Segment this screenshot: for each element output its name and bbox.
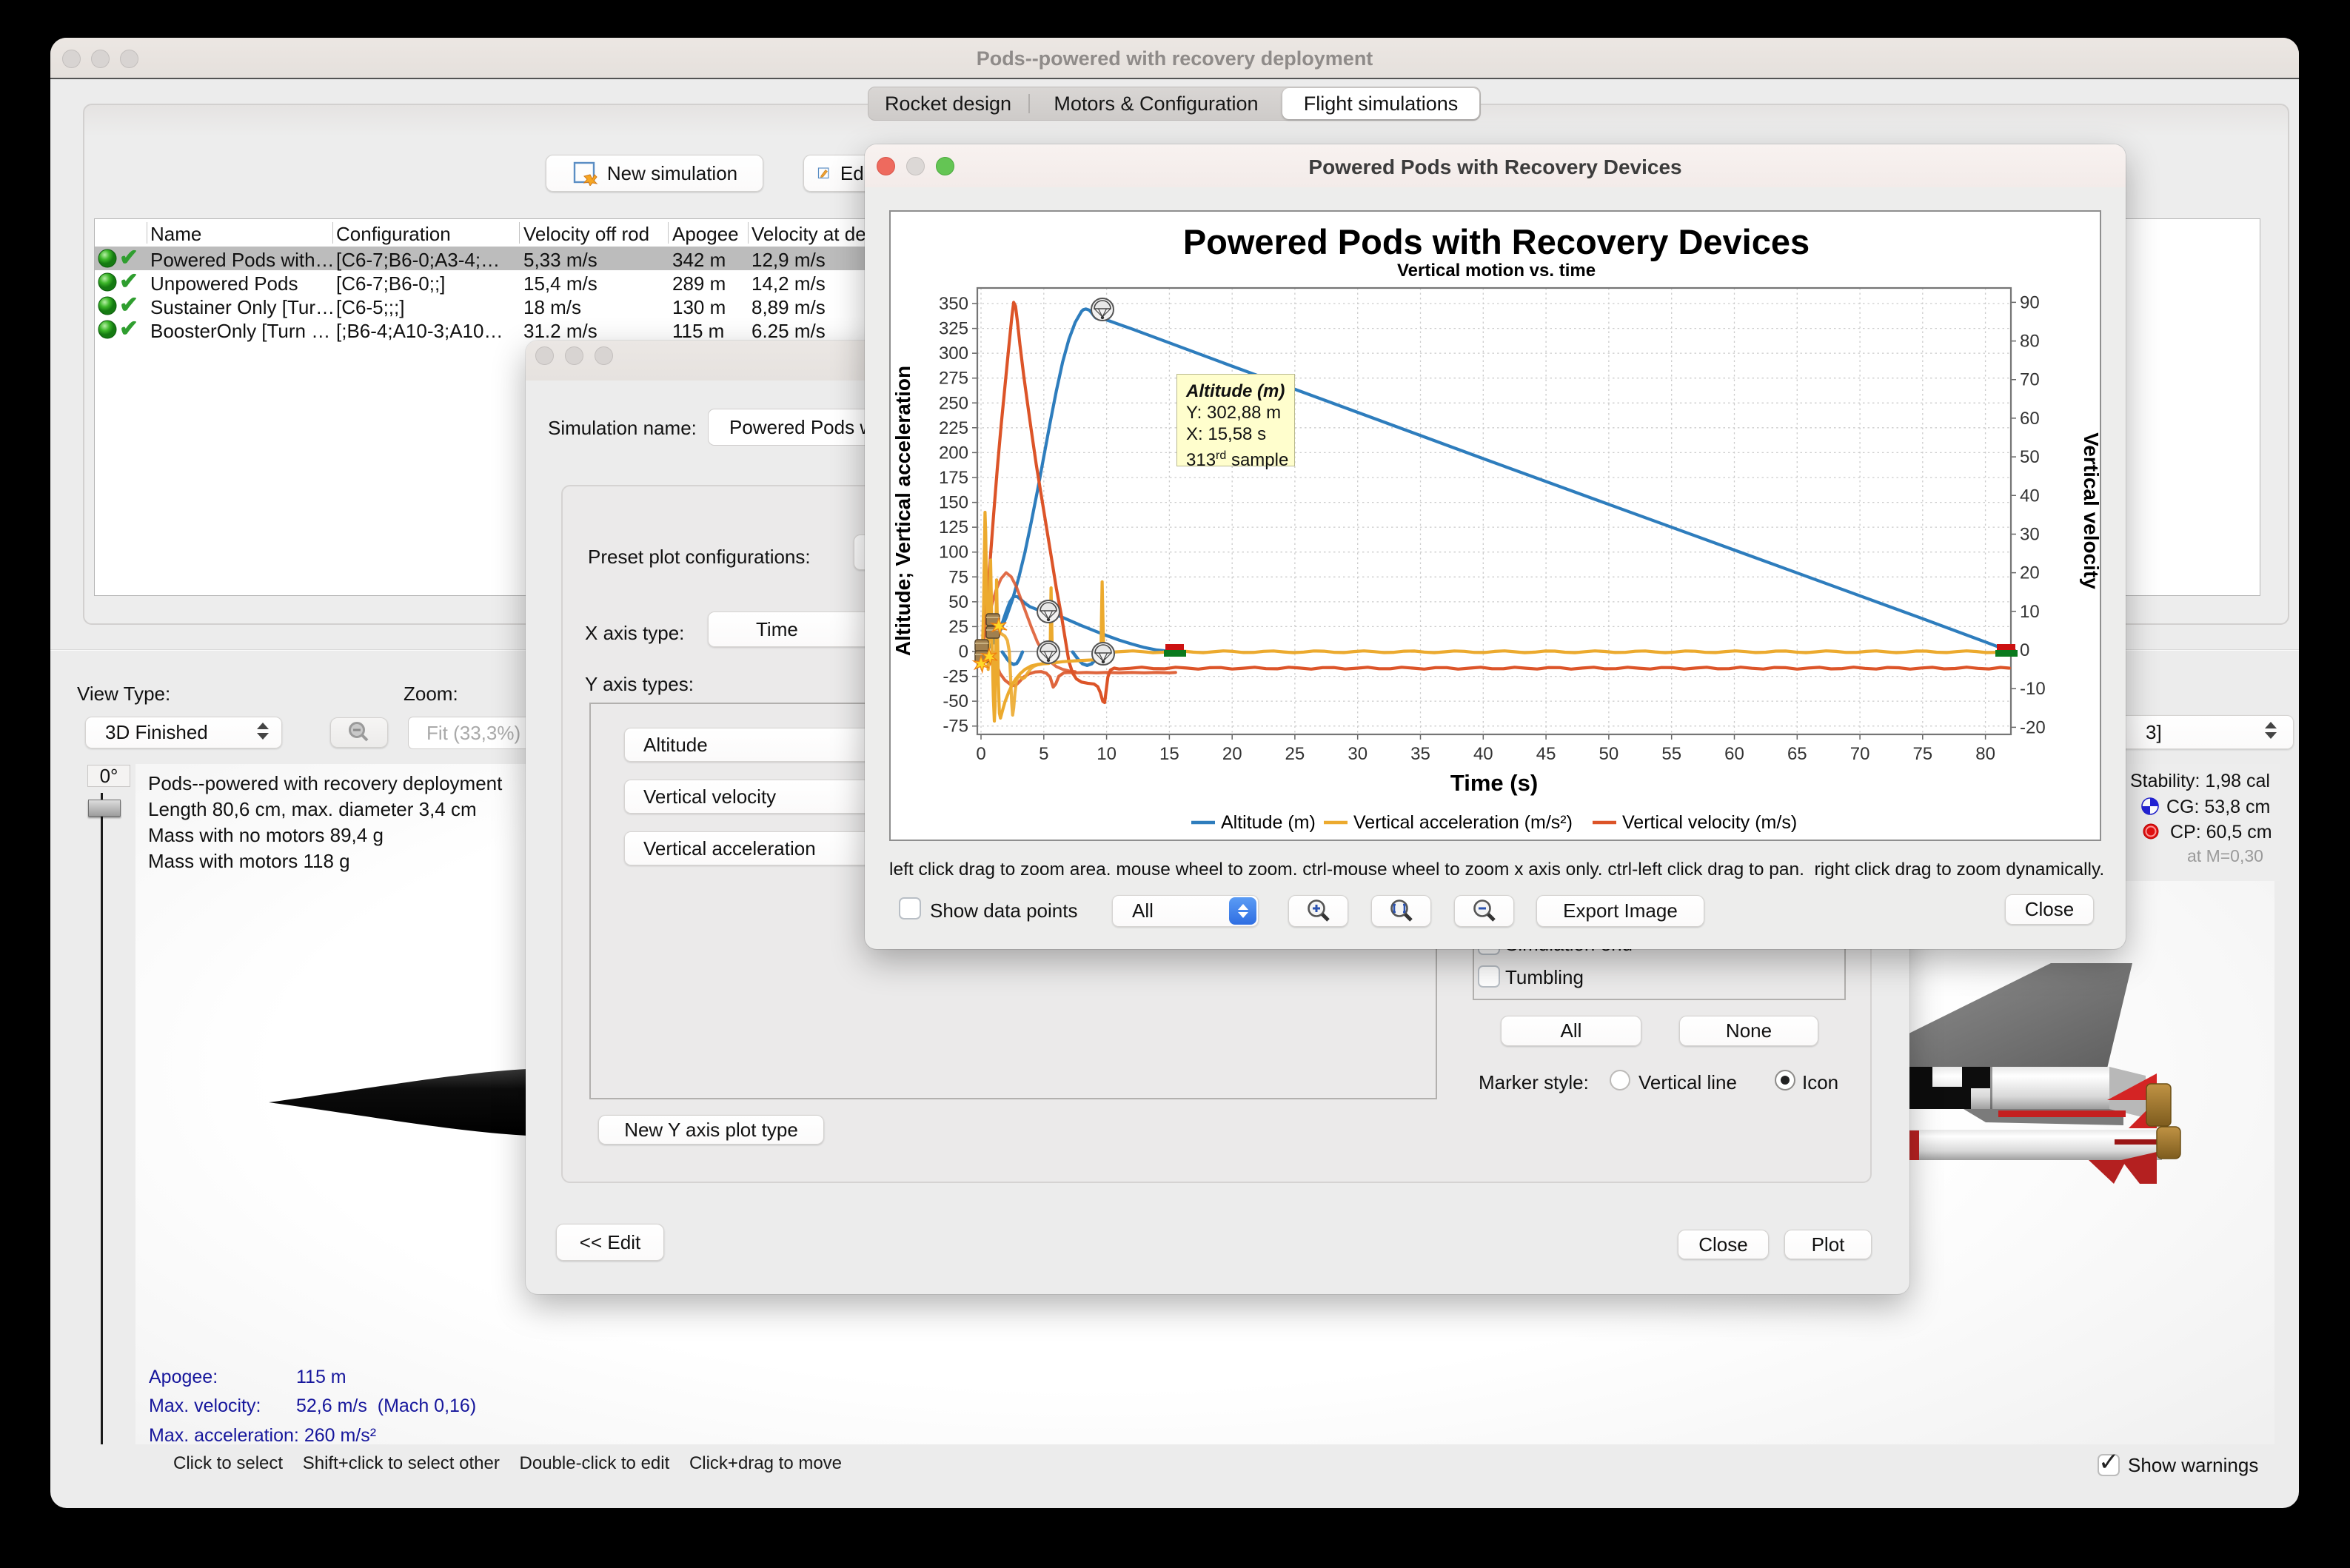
svg-text:50: 50 <box>2020 447 2040 467</box>
svg-text:75: 75 <box>948 567 968 587</box>
svg-text:50: 50 <box>1599 744 1619 764</box>
svg-text:Altitude; Vertical acceleratio: Altitude; Vertical acceleration <box>891 366 914 656</box>
svg-text:35: 35 <box>1410 744 1430 764</box>
svg-text:75: 75 <box>1912 744 1932 764</box>
svg-text:-25: -25 <box>943 667 968 687</box>
svg-text:90: 90 <box>2020 292 2040 312</box>
svg-text:-50: -50 <box>943 691 968 711</box>
svg-text:225: 225 <box>939 418 968 438</box>
svg-text:30: 30 <box>1348 744 1368 764</box>
svg-text:80: 80 <box>1975 744 1995 764</box>
svg-text:-20: -20 <box>2020 717 2046 737</box>
svg-text:80: 80 <box>2020 332 2040 352</box>
svg-text:-10: -10 <box>2020 679 2046 699</box>
svg-text:70: 70 <box>1850 744 1870 764</box>
svg-text:0: 0 <box>2020 640 2029 660</box>
svg-text:20: 20 <box>1222 744 1242 764</box>
svg-text:250: 250 <box>939 393 968 413</box>
svg-text:Vertical motion vs. time: Vertical motion vs. time <box>1397 261 1596 281</box>
svg-text:Altitude (m): Altitude (m) <box>1221 812 1316 833</box>
svg-text:300: 300 <box>939 344 968 363</box>
svg-text:100: 100 <box>939 543 968 563</box>
svg-text:60: 60 <box>2020 409 2040 429</box>
svg-text:Vertical acceleration (m/s²): Vertical acceleration (m/s²) <box>1353 812 1573 833</box>
svg-text:10: 10 <box>2020 602 2040 622</box>
svg-text:15: 15 <box>1159 744 1179 764</box>
svg-text:65: 65 <box>1787 744 1807 764</box>
svg-text:0: 0 <box>976 744 985 764</box>
svg-text:70: 70 <box>2020 370 2040 390</box>
svg-text:40: 40 <box>2020 486 2040 506</box>
svg-text:25: 25 <box>948 617 968 637</box>
svg-text:55: 55 <box>1661 744 1681 764</box>
svg-text:5: 5 <box>1039 744 1048 764</box>
svg-text:150: 150 <box>939 493 968 513</box>
svg-text:20: 20 <box>2020 563 2040 583</box>
svg-text:350: 350 <box>939 294 968 314</box>
svg-text:-75: -75 <box>943 717 968 737</box>
svg-text:10: 10 <box>1097 744 1117 764</box>
svg-text:325: 325 <box>939 319 968 339</box>
svg-text:30: 30 <box>2020 525 2040 545</box>
svg-text:275: 275 <box>939 369 968 389</box>
svg-text:25: 25 <box>1285 744 1305 764</box>
svg-text:125: 125 <box>939 517 968 537</box>
svg-text:Vertical velocity (m/s): Vertical velocity (m/s) <box>1622 812 1797 833</box>
svg-text:200: 200 <box>939 443 968 463</box>
svg-text:Powered Pods with Recovery Dev: Powered Pods with Recovery Devices <box>1183 222 1810 261</box>
svg-text:0: 0 <box>959 642 968 662</box>
svg-text:45: 45 <box>1536 744 1556 764</box>
svg-text:50: 50 <box>948 592 968 612</box>
svg-text:Vertical velocity: Vertical velocity <box>2080 432 2100 589</box>
svg-text:60: 60 <box>1724 744 1744 764</box>
svg-text:Time (s): Time (s) <box>1450 770 1538 796</box>
svg-text:40: 40 <box>1473 744 1493 764</box>
svg-text:175: 175 <box>939 468 968 488</box>
